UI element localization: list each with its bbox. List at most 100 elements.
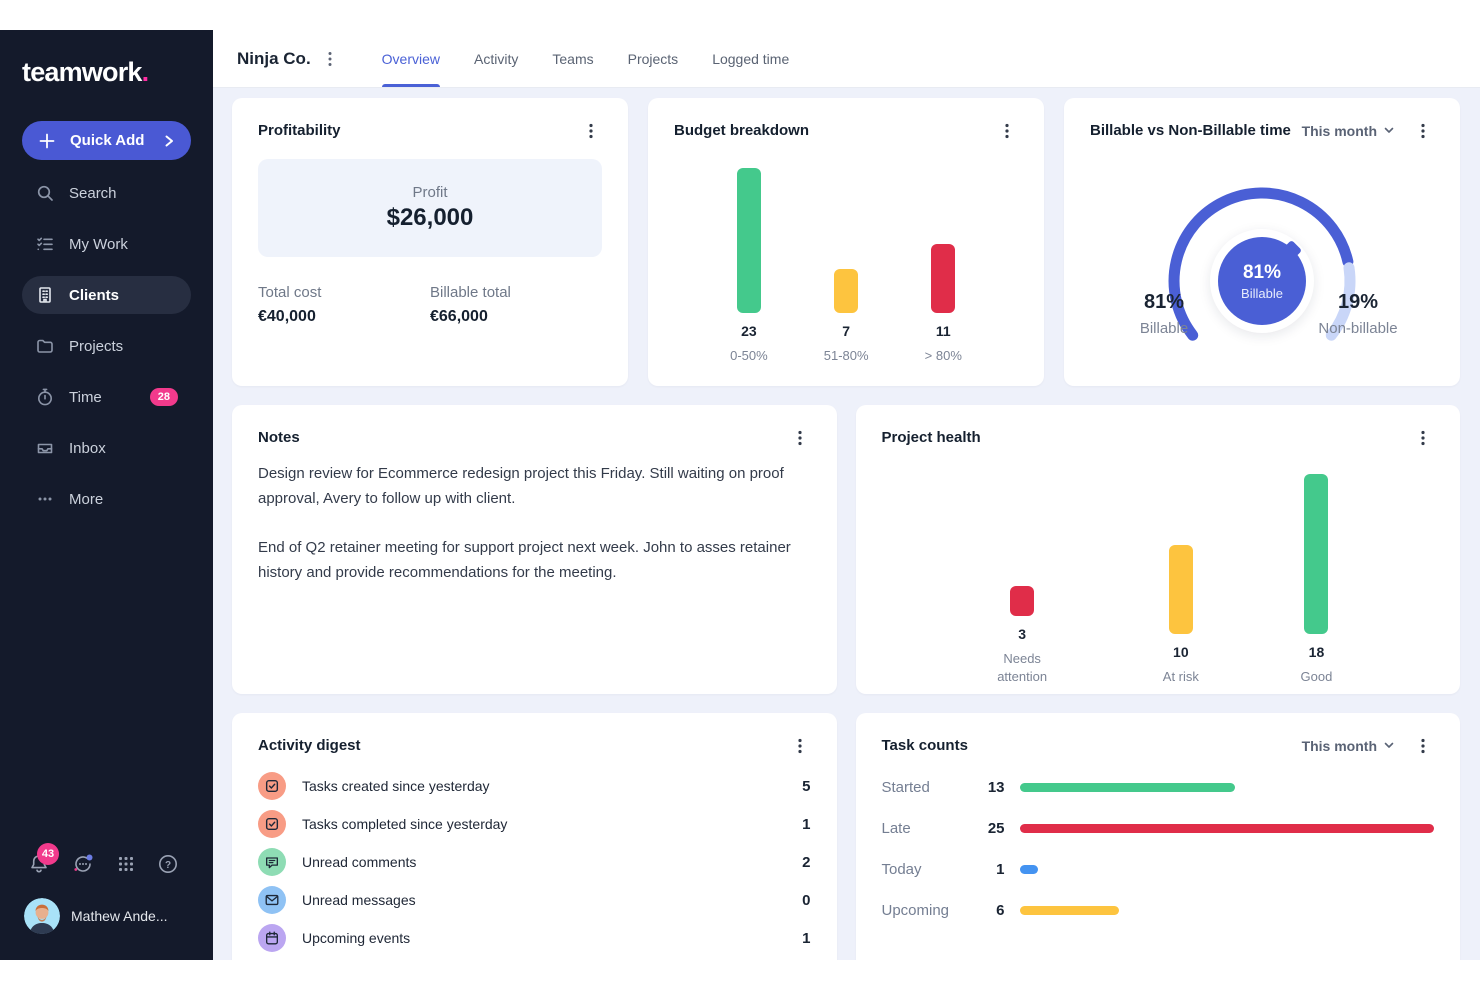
kebab-menu-icon[interactable] <box>789 430 811 446</box>
task-count-row: Late25 <box>882 808 1435 849</box>
bar <box>1010 586 1034 616</box>
kebab-menu-icon[interactable] <box>1412 738 1434 754</box>
sidebar-footer-icons: 43 ? <box>0 852 213 876</box>
chevron-down-icon <box>1384 127 1394 134</box>
billable-gauge-chart: 81% Billable 81% Billable 19% Non-billab… <box>1090 141 1434 373</box>
task-created-icon <box>258 772 286 800</box>
bar-value: 10 <box>1173 644 1189 660</box>
avatar <box>24 898 60 934</box>
kebab-menu-icon[interactable] <box>996 123 1018 139</box>
bar-label: 51-80% <box>824 347 869 365</box>
total-cost-label: Total cost <box>258 284 430 301</box>
task-counts-chart: Started13Late25Today1Upcoming6 <box>882 767 1435 931</box>
task-value: 25 <box>979 820 1005 837</box>
client-kebab-menu[interactable] <box>319 51 341 67</box>
tab-projects[interactable]: Projects <box>628 30 679 87</box>
task-value: 6 <box>979 902 1005 919</box>
bar <box>834 269 858 313</box>
sidebar-nav: Search My Work Clients Projects Time 28 <box>0 174 213 531</box>
activity-digest-row: Unread messages0 <box>258 881 811 919</box>
tab-logged-time[interactable]: Logged time <box>712 30 789 87</box>
digest-value: 5 <box>802 778 810 795</box>
card-title: Budget breakdown <box>674 122 996 139</box>
task-completed-icon <box>258 810 286 838</box>
comment-icon <box>258 848 286 876</box>
quick-add-button[interactable]: Quick Add <box>22 121 191 160</box>
sidebar: teamwork. Quick Add Search My Work Clien… <box>0 30 213 960</box>
chart-column: 3Needs attention <box>983 456 1061 685</box>
app-window: teamwork. Quick Add Search My Work Clien… <box>0 30 1480 960</box>
chat-icon[interactable] <box>71 852 95 876</box>
profitability-card: Profitability Profit $26,000 Total cost … <box>232 98 628 386</box>
bar-label: 0-50% <box>730 347 768 365</box>
digest-label: Tasks created since yesterday <box>302 778 490 794</box>
note-paragraph: Design review for Ecommerce redesign pro… <box>258 462 811 511</box>
tab-activity[interactable]: Activity <box>474 30 518 87</box>
event-icon <box>258 924 286 952</box>
profit-value: $26,000 <box>387 204 474 232</box>
bar-value: 18 <box>1309 644 1325 660</box>
user-menu[interactable]: Mathew Ande... <box>24 898 213 934</box>
notifications-bell-icon[interactable]: 43 <box>28 853 50 875</box>
task-count-row: Today1 <box>882 849 1435 890</box>
sidebar-item-projects[interactable]: Projects <box>22 327 191 365</box>
sidebar-item-my-work[interactable]: My Work <box>22 225 191 263</box>
task-label: Today <box>882 861 979 878</box>
kebab-menu-icon[interactable] <box>580 123 602 139</box>
client-header: Ninja Co. Overview Activity Teams Projec… <box>213 30 1480 88</box>
billable-total-value: €66,000 <box>430 308 602 326</box>
main-area: Ninja Co. Overview Activity Teams Projec… <box>213 30 1480 960</box>
bar <box>931 244 955 313</box>
project-health-card: Project health 3Needs attention10At risk… <box>856 405 1461 694</box>
budget-breakdown-chart: 23 0-50% 7 51-80% 11> 80% <box>674 168 1018 365</box>
plus-icon <box>38 132 56 150</box>
non-billable-stat: 19% Non-billable <box>1298 291 1418 337</box>
chart-column: 10 At risk <box>1163 474 1199 686</box>
tab-teams[interactable]: Teams <box>552 30 593 87</box>
digest-value: 1 <box>802 816 810 833</box>
kebab-menu-icon[interactable] <box>1412 430 1434 446</box>
more-dots-icon <box>35 489 55 509</box>
chart-column: 23 0-50% <box>730 168 768 365</box>
bar-label: > 80% <box>925 347 962 365</box>
card-title: Activity digest <box>258 737 789 754</box>
dashboard-content: Profitability Profit $26,000 Total cost … <box>213 88 1480 960</box>
bar-value: 23 <box>741 323 757 339</box>
chart-column: 7 51-80% <box>824 168 869 365</box>
bar-value: 7 <box>842 323 850 339</box>
sidebar-item-clients[interactable]: Clients <box>22 276 191 314</box>
sidebar-item-more[interactable]: More <box>22 480 191 518</box>
bar <box>737 168 761 313</box>
task-bar <box>1020 906 1119 915</box>
sidebar-item-inbox[interactable]: Inbox <box>22 429 191 467</box>
bar <box>1169 545 1193 634</box>
profit-label: Profit <box>412 184 447 201</box>
bar-label: At risk <box>1163 668 1199 686</box>
sidebar-item-search[interactable]: Search <box>22 174 191 212</box>
profit-summary: Profit $26,000 <box>258 159 602 257</box>
time-badge: 28 <box>150 388 178 406</box>
sidebar-item-time[interactable]: Time 28 <box>22 378 191 416</box>
apps-grid-icon[interactable] <box>116 854 136 874</box>
digest-label: Tasks completed since yesterday <box>302 816 507 832</box>
billable-stat: 81% Billable <box>1116 291 1212 337</box>
teamwork-logo: teamwork. <box>22 57 213 88</box>
kebab-menu-icon[interactable] <box>789 738 811 754</box>
chevron-right-icon <box>163 134 175 148</box>
task-bar <box>1020 824 1435 833</box>
card-title: Profitability <box>258 122 580 139</box>
help-icon[interactable]: ? <box>157 853 179 875</box>
notification-count-badge: 43 <box>37 843 59 865</box>
period-dropdown[interactable]: This month <box>1302 738 1394 754</box>
task-value: 13 <box>979 779 1005 796</box>
clients-icon <box>35 285 55 305</box>
period-dropdown[interactable]: This month <box>1302 123 1394 139</box>
card-title: Task counts <box>882 737 1302 754</box>
tab-overview[interactable]: Overview <box>382 30 440 87</box>
folder-icon <box>35 336 55 356</box>
kebab-menu-icon[interactable] <box>1412 123 1434 139</box>
search-icon <box>35 183 55 203</box>
chart-column: 11> 80% <box>925 168 962 365</box>
billable-time-card: Billable vs Non-Billable time This month <box>1064 98 1460 386</box>
task-bar <box>1020 865 1038 874</box>
